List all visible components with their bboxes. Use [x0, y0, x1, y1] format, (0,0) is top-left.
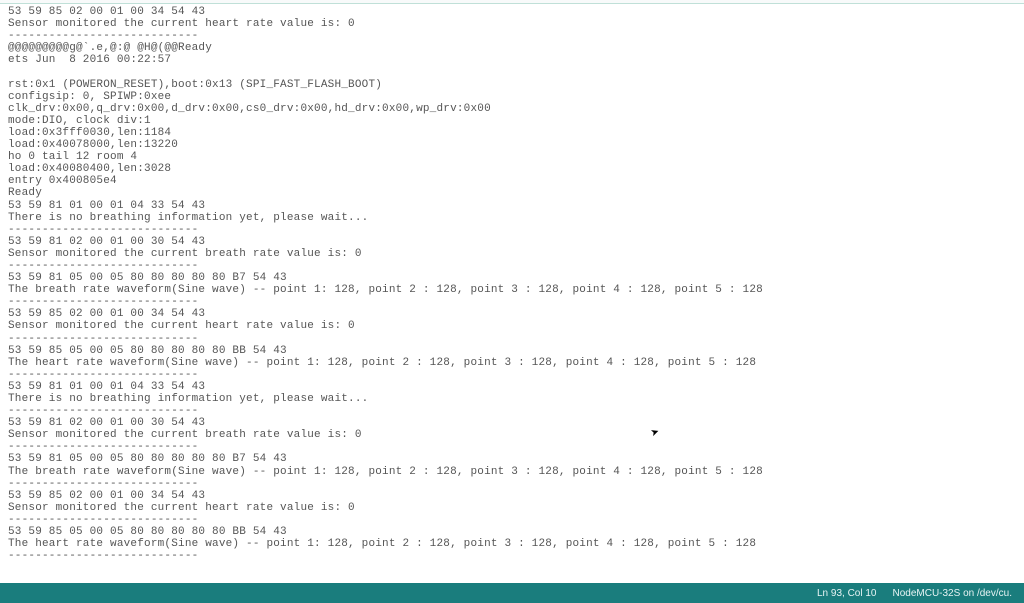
device-info: NodeMCU-32S on /dev/cu. [884, 588, 1020, 599]
serial-monitor-output[interactable]: 53 59 85 02 00 01 00 34 54 43 Sensor mon… [8, 6, 1016, 579]
top-border [0, 0, 1024, 4]
status-bar: Ln 93, Col 10 NodeMCU-32S on /dev/cu. [0, 583, 1024, 603]
cursor-position: Ln 93, Col 10 [809, 588, 885, 599]
